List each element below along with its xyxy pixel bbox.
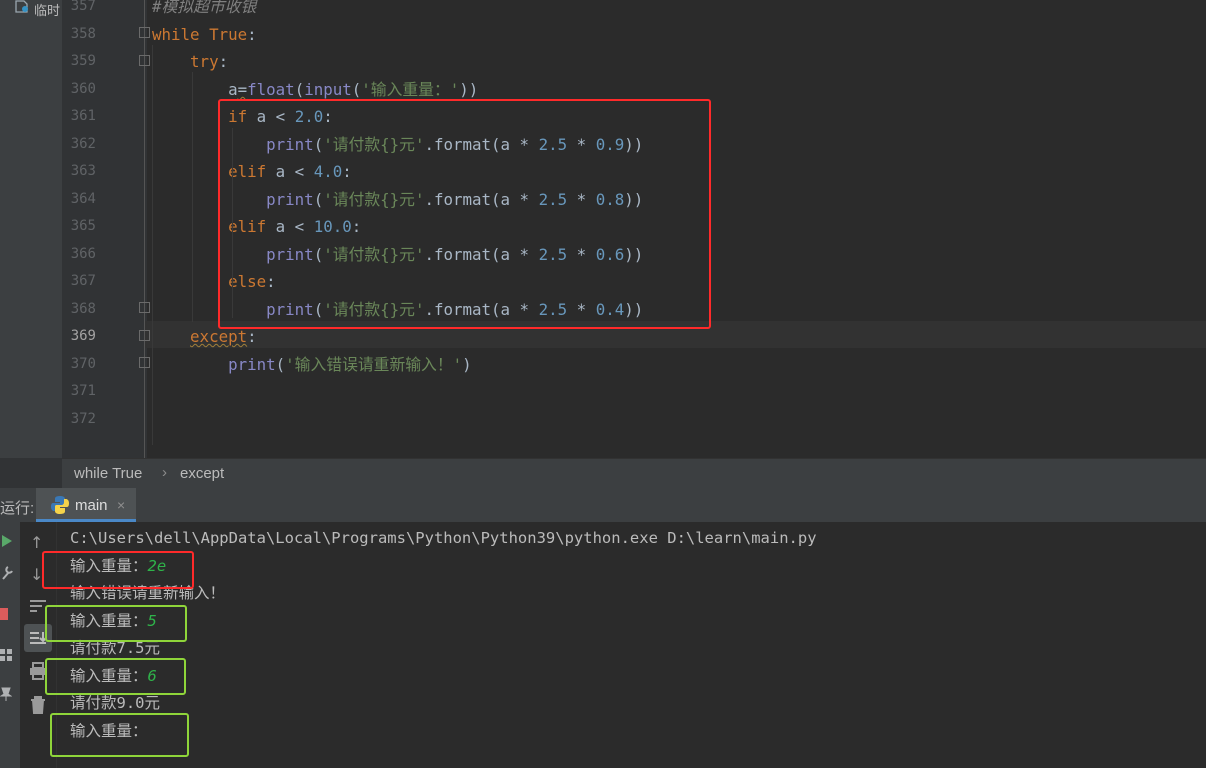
- run-tab-title: main: [75, 497, 108, 514]
- line-number: 371: [70, 383, 96, 399]
- line-number: 361: [70, 108, 96, 124]
- console-command-line: C:\Users\dell\AppData\Local\Programs\Pyt…: [70, 529, 817, 547]
- python-icon: [51, 496, 69, 514]
- console-result-line: 请付款9.0元: [70, 694, 160, 712]
- code-line[interactable]: print('输入错误请重新输入！'): [152, 351, 472, 378]
- indent-guide: [192, 72, 193, 322]
- fold-marker-icon[interactable]: [139, 55, 150, 66]
- trash-icon[interactable]: [30, 696, 46, 714]
- layout-icon[interactable]: [0, 648, 12, 662]
- line-number: 362: [70, 136, 96, 152]
- console-output[interactable]: [57, 522, 1206, 768]
- line-number: 369: [70, 328, 96, 344]
- fold-marker-icon[interactable]: [139, 330, 150, 341]
- stop-icon[interactable]: [0, 608, 8, 620]
- annotation-red-box-if-block: [218, 99, 711, 329]
- breadcrumb: while True › except: [62, 458, 1206, 489]
- close-icon[interactable]: ×: [117, 497, 125, 513]
- scratch-file-icon[interactable]: [14, 0, 30, 14]
- annotation-green-box-input: [50, 713, 189, 757]
- gutter-divider: [144, 0, 145, 458]
- run-primary-toolbar: [0, 522, 20, 768]
- line-number: 357: [70, 0, 96, 14]
- wrench-icon[interactable]: [0, 565, 14, 581]
- fold-marker-icon[interactable]: [139, 27, 150, 38]
- annotation-green-box-input: [45, 658, 186, 695]
- code-line[interactable]: try:: [152, 48, 228, 75]
- line-number: 365: [70, 218, 96, 234]
- project-scratch-label[interactable]: 临时: [34, 0, 60, 19]
- project-tool-strip: [0, 0, 62, 458]
- line-number: 372: [70, 411, 96, 427]
- line-number: 360: [70, 81, 96, 97]
- fold-marker-icon[interactable]: [139, 357, 150, 368]
- line-number: 368: [70, 301, 96, 317]
- line-number: 358: [70, 26, 96, 42]
- line-number: 364: [70, 191, 96, 207]
- breadcrumb-item-except[interactable]: except: [180, 465, 224, 482]
- line-number: 370: [70, 356, 96, 372]
- run-tool-window-header: [0, 488, 1206, 523]
- breadcrumb-separator-icon: ›: [162, 464, 167, 481]
- rerun-icon[interactable]: [0, 532, 14, 550]
- indent-guide: [152, 45, 153, 445]
- line-number: 363: [70, 163, 96, 179]
- code-line[interactable]: while True:: [152, 21, 257, 48]
- annotation-green-box-input: [45, 605, 187, 642]
- line-number: 366: [70, 246, 96, 262]
- arrow-up-icon[interactable]: ↑: [30, 533, 43, 552]
- line-number: 359: [70, 53, 96, 69]
- annotation-red-box-invalid-input: [42, 551, 194, 589]
- line-number: 367: [70, 273, 96, 289]
- fold-marker-icon[interactable]: [139, 302, 150, 313]
- code-line[interactable]: #模拟超市收银: [152, 0, 256, 20]
- gutter-bottom: [0, 458, 62, 488]
- pin-icon[interactable]: [0, 686, 12, 702]
- run-label: 运行:: [0, 500, 35, 517]
- breadcrumb-item-while[interactable]: while True: [74, 465, 142, 482]
